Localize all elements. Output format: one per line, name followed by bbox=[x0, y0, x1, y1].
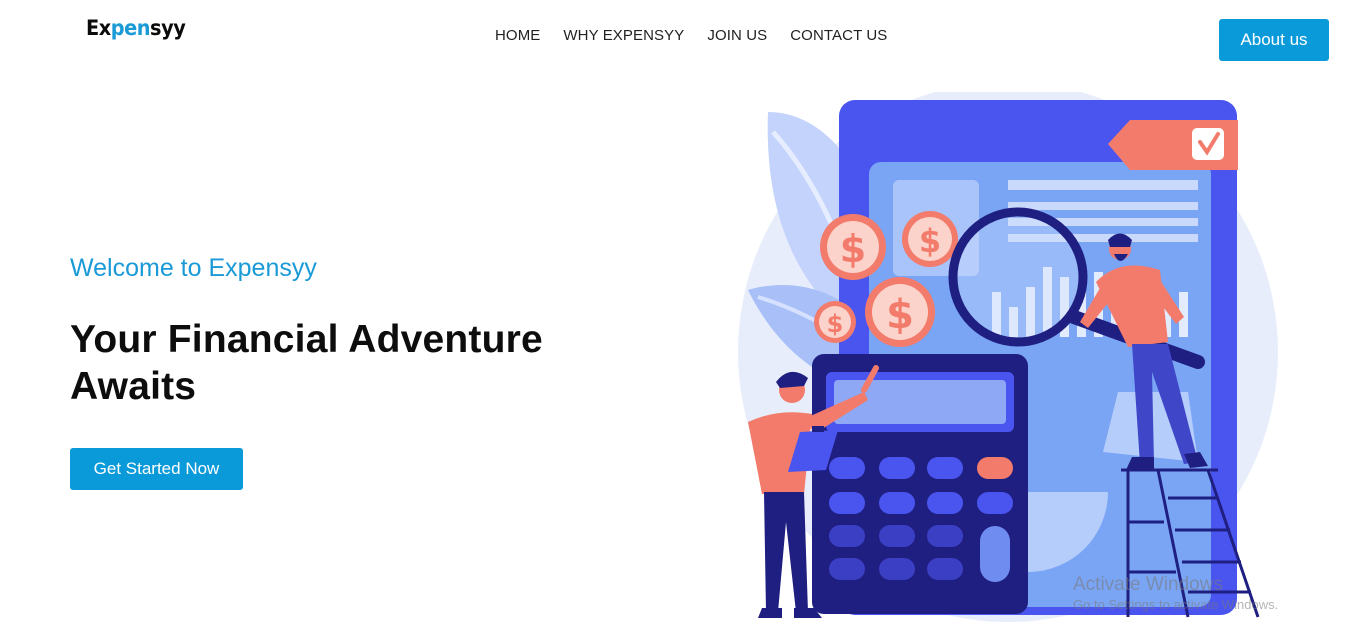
watermark-title: Activate Windows bbox=[1073, 574, 1223, 595]
nav-item-home: HOME bbox=[495, 27, 540, 45]
hero-headline-line2: Awaits bbox=[70, 365, 197, 408]
finance-illustration: $ $ $ $ bbox=[738, 92, 1278, 622]
landing-page: Expensyy HOME WHY EXPENSYY JOIN US CONTA… bbox=[0, 0, 1349, 639]
about-us-button[interactable]: About us bbox=[1219, 19, 1329, 61]
coin-symbol: $ bbox=[840, 227, 866, 271]
checkmark-icon bbox=[1108, 120, 1238, 170]
coin-symbol: $ bbox=[827, 310, 844, 338]
windows-activation-watermark: Activate Windows Go to Settings to activ… bbox=[1073, 574, 1278, 614]
main-nav: HOME WHY EXPENSYY JOIN US CONTACT US bbox=[495, 27, 887, 45]
logo[interactable]: Expensyy bbox=[86, 16, 186, 40]
logo-part-pen: pen bbox=[110, 16, 151, 40]
nav-link-join-us[interactable]: JOIN US bbox=[707, 27, 767, 44]
watermark-subtitle: Go to Settings to activate Windows. bbox=[1073, 597, 1279, 612]
nav-item-join-us: JOIN US bbox=[707, 27, 767, 45]
nav-link-why-expensyy[interactable]: WHY EXPENSYY bbox=[563, 27, 684, 44]
nav-item-why-expensyy: WHY EXPENSYY bbox=[563, 27, 684, 45]
hero-headline-line1: Your Financial Adventure bbox=[70, 318, 543, 361]
nav-link-home[interactable]: HOME bbox=[495, 27, 540, 44]
coin-symbol: $ bbox=[919, 222, 941, 260]
nav-item-contact-us: CONTACT US bbox=[790, 27, 887, 45]
coin-symbol: $ bbox=[886, 292, 914, 338]
nav-link-contact-us[interactable]: CONTACT US bbox=[790, 27, 887, 44]
calculator-icon bbox=[812, 354, 1028, 614]
logo-part-syy: syy bbox=[150, 16, 186, 40]
get-started-button[interactable]: Get Started Now bbox=[70, 448, 243, 490]
logo-part-ex: Ex bbox=[86, 16, 111, 40]
welcome-text: Welcome to Expensyy bbox=[70, 254, 317, 282]
hero-headline: Your Financial Adventure Awaits bbox=[70, 316, 590, 410]
